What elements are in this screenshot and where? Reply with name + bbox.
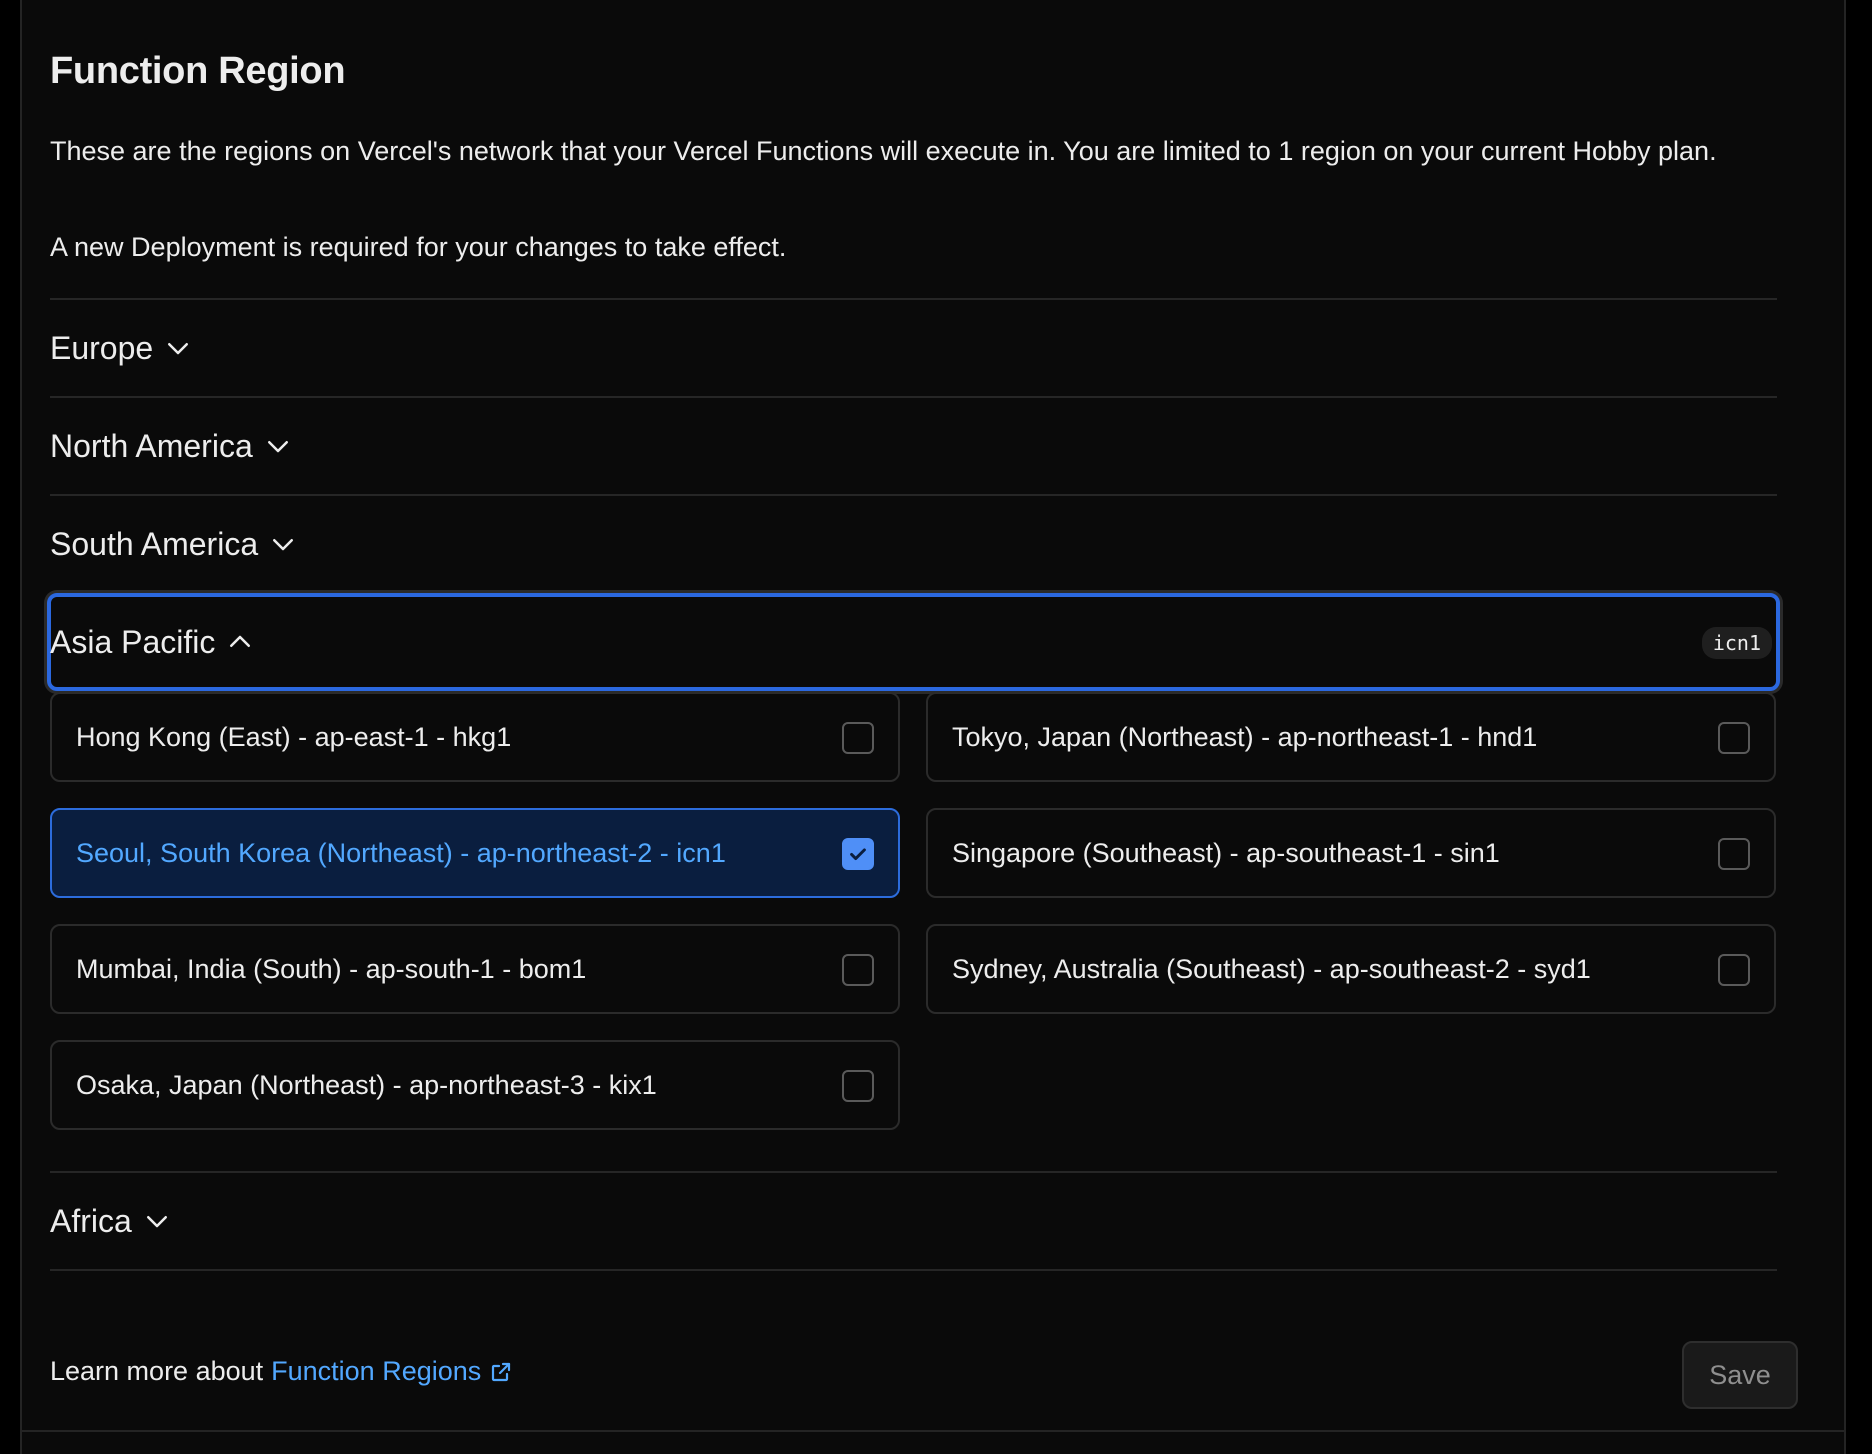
section-title: Function Region [50,50,346,92]
region-label: North America [50,427,253,464]
checkbox[interactable] [1718,838,1750,870]
region-option-label: Osaka, Japan (Northeast) - ap-northeast-… [76,1069,657,1100]
region-toggle-europe[interactable]: Europe [50,299,1777,397]
selected-region-badge: icn1 [1701,627,1772,659]
region-toggle-africa[interactable]: Africa [50,1172,1777,1270]
save-button[interactable]: Save [1682,1341,1798,1409]
region-option-label: Seoul, South Korea (Northeast) - ap-nort… [76,837,726,868]
region-option-label: Sydney, Australia (Southeast) - ap-south… [952,953,1591,984]
external-link-icon[interactable] [489,1360,513,1384]
region-option-label: Tokyo, Japan (Northeast) - ap-northeast-… [952,721,1538,752]
learn-more-text: Learn more about Function Regions [50,1356,513,1387]
region-option-hnd1[interactable]: Tokyo, Japan (Northeast) - ap-northeast-… [926,692,1776,782]
region-option-kix1[interactable]: Osaka, Japan (Northeast) - ap-northeast-… [50,1040,900,1130]
divider [50,1269,1777,1271]
checkbox[interactable] [842,1070,874,1102]
region-option-bom1[interactable]: Mumbai, India (South) - ap-south-1 - bom… [50,924,900,1014]
region-option-label: Mumbai, India (South) - ap-south-1 - bom… [76,953,587,984]
checkbox[interactable] [842,954,874,986]
checkbox[interactable] [1718,722,1750,754]
region-option-sin1[interactable]: Singapore (Southeast) - ap-southeast-1 -… [926,808,1776,898]
region-label: Africa [50,1202,132,1239]
checkmark-icon [850,848,866,861]
learn-more-prefix: Learn more about [50,1356,264,1386]
region-option-label: Hong Kong (East) - ap-east-1 - hkg1 [76,721,512,752]
region-option-hkg1[interactable]: Hong Kong (East) - ap-east-1 - hkg1 [50,692,900,782]
region-option-icn1[interactable]: Seoul, South Korea (Northeast) - ap-nort… [50,808,900,898]
chevron-up-icon [230,635,251,647]
chevron-down-icon [267,441,288,453]
checkbox-checked[interactable] [842,838,874,870]
checkbox[interactable] [842,722,874,754]
function-regions-link[interactable]: Function Regions [271,1356,481,1387]
chevron-down-icon [168,343,189,355]
deployment-note: A new Deployment is required for your ch… [50,232,787,262]
next-card-edge [20,1432,1846,1454]
region-label: South America [50,525,259,562]
section-description: These are the regions on Vercel's networ… [50,136,1717,166]
region-toggle-asia-pacific[interactable]: Asia Pacific icn1 [47,593,1780,691]
region-label: Europe [50,329,154,366]
region-toggle-north-america[interactable]: North America [50,397,1777,495]
region-option-syd1[interactable]: Sydney, Australia (Southeast) - ap-south… [926,924,1776,1014]
chevron-down-icon [146,1216,167,1228]
region-label: Asia Pacific [50,623,216,660]
chevron-down-icon [273,539,294,551]
region-toggle-south-america[interactable]: South America [50,495,1777,593]
region-option-label: Singapore (Southeast) - ap-southeast-1 -… [952,837,1500,868]
checkbox[interactable] [1718,954,1750,986]
